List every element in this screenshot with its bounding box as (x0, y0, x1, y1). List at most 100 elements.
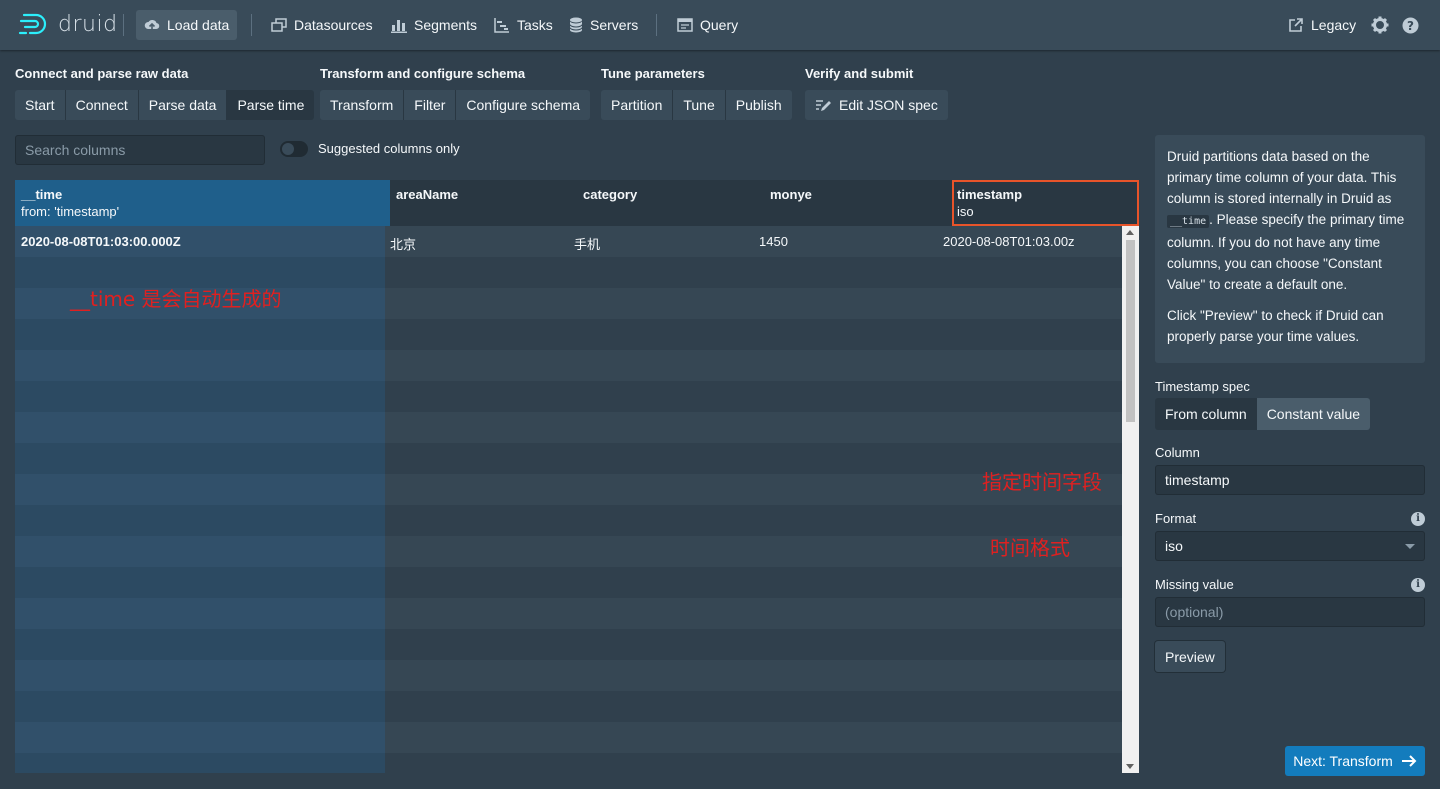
step-start[interactable]: Start (15, 90, 66, 120)
nav-legacy-label: Legacy (1311, 17, 1357, 33)
column-header-name: monye (770, 187, 812, 202)
scroll-down-icon[interactable] (1126, 764, 1134, 769)
step-publish[interactable]: Publish (725, 90, 792, 120)
step-parse-time[interactable]: Parse time (227, 90, 315, 120)
empty-table-row (15, 536, 1122, 567)
nav-servers[interactable]: Servers (561, 10, 646, 40)
next-transform-button[interactable]: Next: Transform (1285, 746, 1425, 776)
step-filter[interactable]: Filter (404, 90, 457, 120)
missing-value-input[interactable]: (optional) (1155, 597, 1425, 627)
annotation-format-note: 时间格式 (990, 536, 1070, 560)
column-header-sub: from: 'timestamp' (21, 204, 120, 219)
nav-servers-label: Servers (590, 17, 639, 33)
timestamp-spec-selector: From column Constant value (1155, 398, 1371, 430)
nav-legacy[interactable]: Legacy (1280, 10, 1364, 40)
settings-button[interactable] (1370, 15, 1390, 35)
suggested-columns-switch[interactable] (280, 141, 308, 157)
nav-datasources[interactable]: Datasources (263, 10, 381, 40)
time-cell (15, 660, 385, 691)
time-cell (15, 350, 385, 381)
empty-table-row (15, 474, 1122, 505)
step-edit-json-spec-label: Edit JSON spec (839, 97, 938, 113)
column-header-name: areaName (396, 187, 459, 202)
step-parse-data[interactable]: Parse data (138, 90, 228, 120)
stacked-chart-icon (391, 20, 407, 33)
column-header-timestamp[interactable]: timestamp iso (952, 180, 1139, 226)
preview-button[interactable]: Preview (1155, 641, 1225, 672)
cog-icon (1371, 16, 1389, 34)
search-columns-input[interactable] (15, 135, 265, 165)
nav-divider (123, 14, 124, 36)
empty-table-row (15, 598, 1122, 629)
help-button[interactable]: ? (1400, 15, 1420, 35)
missing-value-info-icon[interactable]: i (1411, 578, 1425, 592)
nav-tasks-label: Tasks (517, 17, 553, 33)
callout-paragraph: Druid partitions data based on the prima… (1167, 146, 1413, 295)
missing-value-label: Missing value (1155, 577, 1234, 592)
step-group-connect-label: Connect and parse raw data (15, 66, 189, 81)
format-label: Format (1155, 511, 1197, 526)
step-group-tune-label: Tune parameters (601, 66, 705, 81)
gantt-chart-icon (494, 18, 509, 33)
column-header-areaname[interactable]: areaName (390, 180, 577, 226)
empty-table-row (15, 753, 1122, 773)
nav-segments[interactable]: Segments (383, 10, 485, 40)
empty-table-row (15, 691, 1122, 722)
nav-load-data[interactable]: Load data (136, 10, 238, 40)
database-icon (569, 17, 583, 33)
nav-divider (251, 14, 252, 36)
timestamp-spec-label: Timestamp spec (1155, 379, 1250, 394)
scrollbar-thumb[interactable] (1126, 240, 1135, 422)
column-header-monye[interactable]: monye (764, 180, 952, 226)
column-field-value: timestamp (1165, 472, 1230, 488)
from-column-option[interactable]: From column (1155, 398, 1257, 430)
time-cell (15, 474, 385, 505)
nav-load-data-label: Load data (167, 17, 230, 33)
info-callout: Druid partitions data based on the prima… (1155, 135, 1425, 363)
table-cell: 1450 (759, 234, 788, 249)
table-scrollbar[interactable] (1122, 226, 1139, 773)
nav-query-label: Query (700, 17, 739, 33)
empty-table-row (15, 567, 1122, 598)
column-header-name: category (583, 187, 638, 202)
cloud-upload-icon (144, 19, 160, 31)
data-table: __time from: 'timestamp' areaName catego… (15, 180, 1139, 773)
column-header-category[interactable]: category (577, 180, 764, 226)
time-cell (15, 753, 385, 773)
annotation-time-note: __time 是会自动生成的 (70, 287, 282, 311)
step-connect[interactable]: Connect (65, 90, 139, 120)
table-cell: 2020-08-08T01:03:00.000Z (21, 234, 181, 249)
nav-tasks[interactable]: Tasks (486, 10, 561, 40)
format-select[interactable]: iso (1155, 531, 1425, 561)
step-configure-schema[interactable]: Configure schema (456, 90, 591, 120)
format-select-value: iso (1165, 538, 1183, 554)
empty-table-row (15, 381, 1122, 412)
edit-icon (816, 100, 831, 111)
time-cell (15, 536, 385, 567)
nav-query[interactable]: Query (669, 10, 746, 40)
column-label: Column (1155, 445, 1200, 460)
step-tune[interactable]: Tune (673, 90, 726, 120)
chevron-down-icon (1405, 544, 1415, 549)
step-edit-json-spec[interactable]: Edit JSON spec (805, 90, 948, 120)
step-group-tune: Partition Tune Publish (601, 90, 792, 120)
column-field[interactable]: timestamp (1155, 465, 1425, 495)
empty-table-row (15, 505, 1122, 536)
step-transform[interactable]: Transform (320, 90, 405, 120)
multi-select-icon (271, 18, 287, 32)
format-info-icon[interactable]: i (1411, 512, 1425, 526)
nav-divider (656, 14, 657, 36)
empty-table-row (15, 350, 1122, 381)
callout-code: __time (1167, 215, 1210, 228)
empty-table-row (15, 319, 1122, 350)
constant-value-option[interactable]: Constant value (1256, 398, 1371, 430)
next-transform-label: Next: Transform (1293, 753, 1393, 769)
time-cell (15, 598, 385, 629)
step-group-connect: Start Connect Parse data Parse time (15, 90, 315, 120)
scroll-up-icon[interactable] (1126, 230, 1134, 235)
druid-logo[interactable]: druid (18, 10, 118, 38)
table-row[interactable]: 2020-08-08T01:03:00.000Z 北京 手机 1450 2020… (15, 226, 1122, 257)
step-partition[interactable]: Partition (601, 90, 674, 120)
time-cell (15, 567, 385, 598)
column-header-time[interactable]: __time from: 'timestamp' (15, 180, 390, 226)
